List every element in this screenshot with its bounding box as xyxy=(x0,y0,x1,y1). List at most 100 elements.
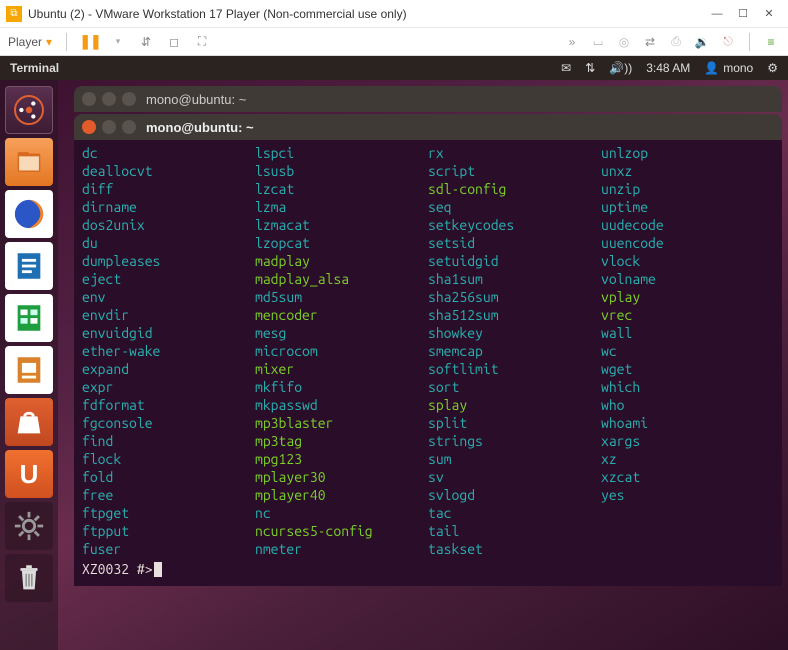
command-entry: lspci xyxy=(255,144,428,162)
command-entry: sha512sum xyxy=(428,306,601,324)
libreoffice-calc-icon[interactable] xyxy=(5,294,53,342)
terminal-background-titlebar[interactable]: mono@ubuntu: ~ xyxy=(74,86,782,112)
window-maximize-button[interactable]: ☐ xyxy=(730,4,756,24)
command-entry: mp3blaster xyxy=(255,414,428,432)
sound-indicator-icon[interactable]: 🔊)) xyxy=(609,61,632,75)
fast-icon[interactable]: » xyxy=(563,33,581,51)
tools-icon[interactable]: ≡ xyxy=(762,33,780,51)
command-entry: softlimit xyxy=(428,360,601,378)
terminal-titlebar[interactable]: mono@ubuntu: ~ xyxy=(74,114,782,140)
network-indicator-icon[interactable]: ⇅ xyxy=(585,61,595,75)
window-close-button[interactable]: ✕ xyxy=(756,4,782,24)
pause-icon[interactable]: ❚❚ xyxy=(81,33,99,51)
command-entry: nc xyxy=(255,504,428,522)
mail-indicator-icon[interactable]: ✉ xyxy=(561,61,571,75)
gear-icon[interactable]: ⚙ xyxy=(767,61,778,75)
command-entry: whoami xyxy=(601,414,774,432)
command-entry: lzopcat xyxy=(255,234,428,252)
command-entry: split xyxy=(428,414,601,432)
command-entry: lsusb xyxy=(255,162,428,180)
player-menu[interactable]: Player ▾ xyxy=(8,35,52,49)
command-entry: wc xyxy=(601,342,774,360)
command-entry: dc xyxy=(82,144,255,162)
command-entry: mesg xyxy=(255,324,428,342)
files-app-icon[interactable] xyxy=(5,138,53,186)
command-entry: sort xyxy=(428,378,601,396)
command-entry: fuser xyxy=(82,540,255,558)
ubuntu-one-icon[interactable]: U xyxy=(5,450,53,498)
terminal-prompt-line: XZ0032 #> xyxy=(82,560,774,578)
command-entry: vlock xyxy=(601,252,774,270)
command-entry: mencoder xyxy=(255,306,428,324)
minimize-icon[interactable] xyxy=(102,92,116,106)
command-entry: mkfifo xyxy=(255,378,428,396)
clock[interactable]: 3:48 AM xyxy=(646,61,690,75)
command-entry: madplay xyxy=(255,252,428,270)
command-entry: expr xyxy=(82,378,255,396)
fullscreen-icon[interactable]: ⛶ xyxy=(193,33,211,51)
ubuntu-menubar: Terminal ✉ ⇅ 🔊)) 3:48 AM 👤 mono ⚙ xyxy=(0,56,788,80)
command-entry: xz xyxy=(601,450,774,468)
printer-icon[interactable]: ⎙ xyxy=(667,33,685,51)
network-icon[interactable]: ⇄ xyxy=(641,33,659,51)
cd-icon[interactable]: ◎ xyxy=(615,33,633,51)
dropdown-icon[interactable]: ▾ xyxy=(109,33,127,51)
command-entry: ftpget xyxy=(82,504,255,522)
command-entry: splay xyxy=(428,396,601,414)
player-menu-label: Player xyxy=(8,35,42,49)
command-entry: fgconsole xyxy=(82,414,255,432)
command-entry: seq xyxy=(428,198,601,216)
command-entry: tail xyxy=(428,522,601,540)
command-entry: du xyxy=(82,234,255,252)
command-entry: svlogd xyxy=(428,486,601,504)
command-entry: envdir xyxy=(82,306,255,324)
command-entry: microcom xyxy=(255,342,428,360)
command-entry: mp3tag xyxy=(255,432,428,450)
dash-home-icon[interactable] xyxy=(5,86,53,134)
command-entry: strings xyxy=(428,432,601,450)
unity-icon[interactable]: ◻ xyxy=(165,33,183,51)
command-entry: lzmacat xyxy=(255,216,428,234)
command-entry: flock xyxy=(82,450,255,468)
trash-icon[interactable] xyxy=(5,554,53,602)
vmware-icon: ⧉ xyxy=(6,6,22,22)
close-icon[interactable] xyxy=(82,120,96,134)
system-settings-icon[interactable] xyxy=(5,502,53,550)
command-entry: find xyxy=(82,432,255,450)
command-entry: unxz xyxy=(601,162,774,180)
command-entry: wall xyxy=(601,324,774,342)
maximize-icon[interactable] xyxy=(122,92,136,106)
software-center-icon[interactable] xyxy=(5,398,53,446)
user-menu[interactable]: 👤 mono xyxy=(704,61,753,75)
minimize-icon[interactable] xyxy=(102,120,116,134)
vmware-toolbar: Player ▾ ❚❚ ▾ ⇵ ◻ ⛶ » ⌴ ◎ ⇄ ⎙ 🔉 ⎋ ≡ xyxy=(0,28,788,56)
command-entry: unlzop xyxy=(601,144,774,162)
usb-icon[interactable]: ⎋ xyxy=(719,33,737,51)
close-icon[interactable] xyxy=(82,92,96,106)
command-entry: vplay xyxy=(601,288,774,306)
command-entry: setkeycodes xyxy=(428,216,601,234)
command-entry: ftpput xyxy=(82,522,255,540)
firefox-icon[interactable] xyxy=(5,190,53,238)
command-entry: which xyxy=(601,378,774,396)
command-entry: showkey xyxy=(428,324,601,342)
command-entry: uuencode xyxy=(601,234,774,252)
send-ctrl-alt-del-icon[interactable]: ⇵ xyxy=(137,33,155,51)
maximize-icon[interactable] xyxy=(122,120,136,134)
terminal-body[interactable]: dcdeallocvtdiffdirnamedos2unixdudumpleas… xyxy=(74,140,782,586)
sound-icon[interactable]: 🔉 xyxy=(693,33,711,51)
command-entry: xzcat xyxy=(601,468,774,486)
command-entry: setuidgid xyxy=(428,252,601,270)
command-entry: wget xyxy=(601,360,774,378)
command-entry: sum xyxy=(428,450,601,468)
vmware-titlebar: ⧉ Ubuntu (2) - VMware Workstation 17 Pla… xyxy=(0,0,788,28)
libreoffice-impress-icon[interactable] xyxy=(5,346,53,394)
ubuntu-desktop: Terminal ✉ ⇅ 🔊)) 3:48 AM 👤 mono ⚙ U xyxy=(0,56,788,650)
disk-icon[interactable]: ⌴ xyxy=(589,33,607,51)
command-entry: rx xyxy=(428,144,601,162)
window-minimize-button[interactable]: — xyxy=(704,4,730,24)
command-entry: lzcat xyxy=(255,180,428,198)
command-entry: sha256sum xyxy=(428,288,601,306)
libreoffice-writer-icon[interactable] xyxy=(5,242,53,290)
command-entry: script xyxy=(428,162,601,180)
